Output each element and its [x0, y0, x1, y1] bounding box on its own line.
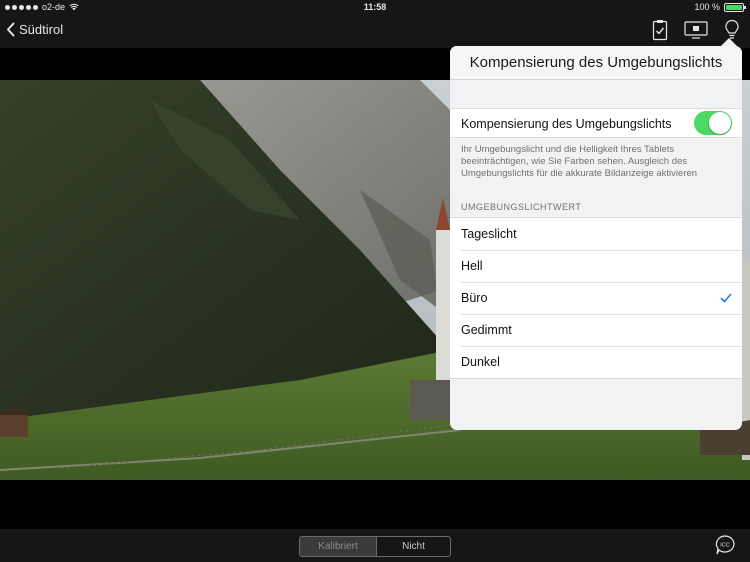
- display-icon[interactable]: [684, 21, 708, 39]
- battery-percent: 100 %: [694, 2, 720, 12]
- ambient-light-popover: Kompensierung des Umgebungslichts Kompen…: [450, 46, 742, 430]
- checkmark-icon: [720, 282, 732, 314]
- option-label: Gedimmt: [461, 323, 512, 337]
- back-button[interactable]: Südtirol: [6, 22, 63, 37]
- option-hell[interactable]: Hell: [450, 250, 742, 282]
- bottom-toolbar: Kalibriert Nicht kalibriert ICC: [0, 529, 750, 562]
- option-buero[interactable]: Büro: [450, 282, 742, 314]
- calibration-segmented-control: Kalibriert Nicht kalibriert: [299, 536, 451, 557]
- icc-chat-icon[interactable]: ICC: [714, 534, 736, 556]
- option-label: Dunkel: [461, 355, 500, 369]
- toggle-knob: [709, 112, 731, 134]
- option-tageslicht[interactable]: Tageslicht: [450, 218, 742, 250]
- segment-calibrated[interactable]: Kalibriert: [300, 537, 376, 556]
- segment-uncalibrated[interactable]: Nicht kalibriert: [376, 537, 450, 556]
- status-right: 100 %: [694, 2, 746, 12]
- battery-icon: [724, 2, 746, 12]
- option-label: Büro: [461, 291, 488, 305]
- status-time: 11:58: [363, 2, 387, 12]
- option-gedimmt[interactable]: Gedimmt: [450, 314, 742, 346]
- ambient-compensation-label: Kompensierung des Umgebungslichts: [461, 117, 672, 131]
- back-button-label: Südtirol: [19, 22, 64, 37]
- ambient-compensation-row: Kompensierung des Umgebungslichts: [450, 108, 742, 138]
- icc-label: ICC: [720, 543, 730, 549]
- battery-fill: [726, 4, 742, 10]
- chevron-left-icon: [7, 22, 15, 37]
- option-label: Hell: [461, 259, 483, 273]
- compensation-description: Ihr Umgebungslicht und die Helligkeit Ih…: [461, 144, 698, 179]
- status-bar: o2-de 11:58 100 %: [0, 0, 750, 14]
- clipboard-check-icon[interactable]: [652, 19, 668, 41]
- option-label: Tageslicht: [461, 227, 517, 241]
- ambient-value-section-header: UMGEBUNGSLICHTWERT: [461, 202, 582, 212]
- popover-title: Kompensierung des Umgebungslichts: [450, 46, 742, 80]
- option-dunkel[interactable]: Dunkel: [450, 346, 742, 378]
- ambient-compensation-toggle[interactable]: [694, 111, 732, 135]
- ambient-value-list: Tageslicht Hell Büro Gedimmt Dunkel: [450, 217, 742, 379]
- navigation-bar: Südtirol: [0, 14, 750, 48]
